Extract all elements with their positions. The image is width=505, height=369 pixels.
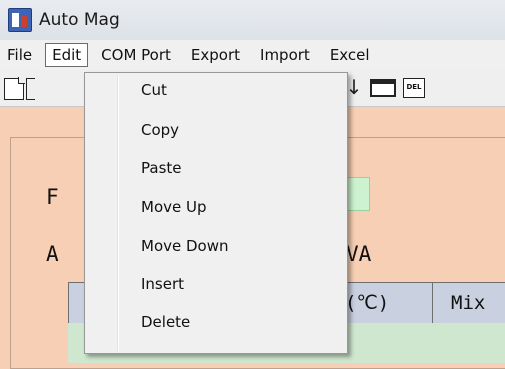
- new-file-icon[interactable]: [4, 77, 25, 100]
- menu-item-move-up[interactable]: Move Up: [141, 198, 207, 216]
- title-bar: Auto Mag: [0, 0, 505, 40]
- grid-col-temp[interactable]: (℃): [339, 283, 433, 323]
- menu-com-port[interactable]: COM Port: [94, 43, 178, 67]
- menu-item-paste[interactable]: Paste: [141, 159, 182, 177]
- menu-item-insert[interactable]: Insert: [141, 275, 184, 293]
- row1-label: F: [46, 185, 59, 209]
- row2-value: VA: [346, 242, 372, 266]
- menu-import[interactable]: Import: [253, 43, 317, 67]
- menu-export[interactable]: Export: [184, 43, 247, 67]
- menu-edit[interactable]: Edit: [45, 43, 89, 67]
- menu-item-move-down[interactable]: Move Down: [141, 237, 229, 255]
- menu-excel[interactable]: Excel: [323, 43, 377, 67]
- open-folder-icon[interactable]: [26, 78, 35, 100]
- menu-bar: File Edit COM Port Export Import Excel: [0, 40, 505, 70]
- menu-file[interactable]: File: [0, 43, 39, 67]
- delete-icon[interactable]: DEL: [403, 78, 425, 98]
- grid-col-mix[interactable]: Mix: [439, 283, 505, 323]
- menu-item-copy[interactable]: Copy: [141, 121, 179, 139]
- window-title: Auto Mag: [39, 10, 120, 30]
- row2-label: A: [46, 242, 59, 266]
- app-icon: [8, 8, 32, 32]
- edit-dropdown-menu: Cut Copy Paste Move Up Move Down Insert …: [84, 72, 348, 354]
- window-icon[interactable]: [370, 79, 396, 97]
- menu-item-cut[interactable]: Cut: [141, 81, 167, 99]
- menu-item-delete[interactable]: Delete: [141, 313, 190, 331]
